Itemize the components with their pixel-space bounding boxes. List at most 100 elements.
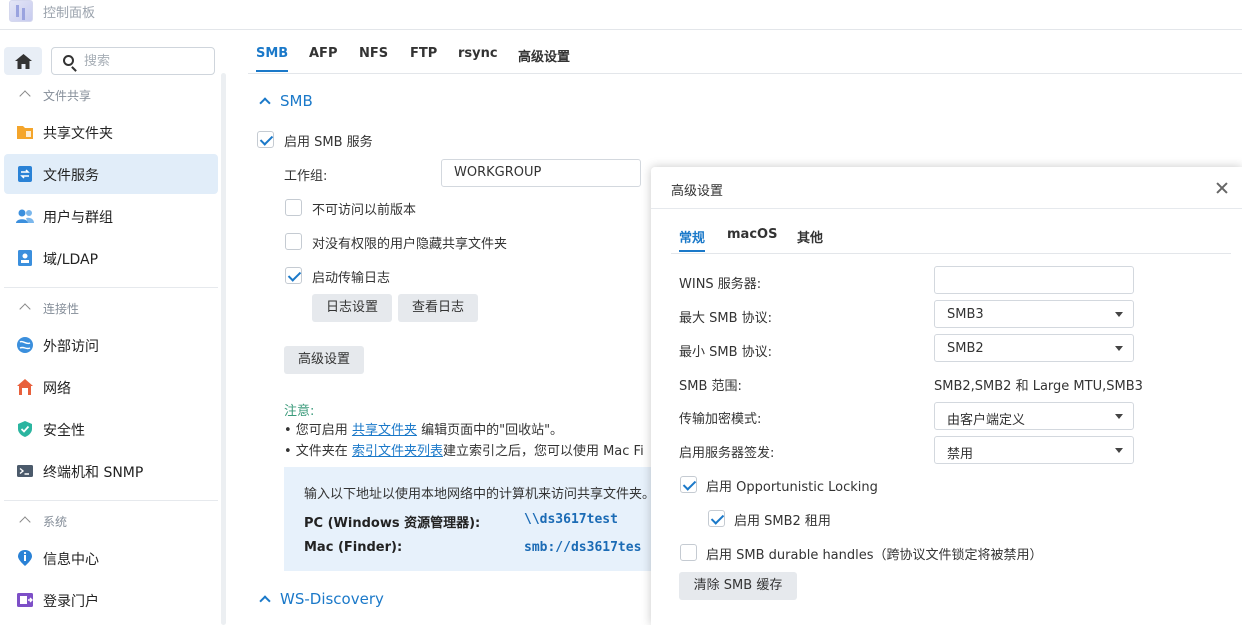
transfer-log-checkbox[interactable] (285, 267, 302, 284)
max-smb-select[interactable]: SMB3 (934, 300, 1134, 328)
external-access-icon (17, 337, 33, 353)
sidebar-item-shared-folder[interactable]: 共享文件夹 (4, 112, 218, 152)
durable-handles-checkbox[interactable] (680, 544, 697, 561)
max-smb-label: 最大 SMB 协议: (679, 311, 773, 326)
chevron-up-icon (19, 303, 31, 315)
section-system[interactable]: 系统 (0, 510, 220, 534)
advanced-settings-button[interactable]: 高级设置 (284, 346, 364, 374)
note-line-2: • 文件夹在 索引文件夹列表建立索引之后，您可以使用 Mac Fi (284, 444, 644, 459)
terminal-icon (17, 465, 33, 477)
dialog-tab-general[interactable]: 常规 (679, 227, 706, 252)
sidebar-item-terminal-snmp[interactable]: 终端机和 SNMP (4, 451, 218, 491)
encryption-label: 传输加密模式: (679, 412, 762, 427)
sidebar-item-security[interactable]: 安全性 (4, 409, 218, 449)
sidebar-scrollbar[interactable] (221, 73, 226, 625)
login-portal-icon (17, 593, 33, 607)
workgroup-label: 工作组: (284, 169, 328, 184)
note-title: 注意: (284, 404, 315, 419)
search-box[interactable] (51, 47, 215, 75)
tab-afp[interactable]: AFP (309, 46, 337, 61)
view-logs-button[interactable]: 查看日志 (398, 294, 478, 322)
encryption-select[interactable]: 由客户端定义 (934, 402, 1134, 430)
advanced-settings-dialog: 高级设置 常规 macOS 其他 WINS 服务器: 最大 SMB 协议: SM… (651, 167, 1242, 625)
section-connectivity[interactable]: 连接性 (0, 297, 220, 321)
pc-path: \\ds3617test (524, 512, 618, 527)
divider (4, 287, 218, 288)
chevron-up-icon[interactable] (259, 97, 271, 109)
caret-down-icon (1115, 346, 1123, 351)
caret-down-icon (1115, 312, 1123, 317)
divider (4, 500, 218, 501)
signing-label: 启用服务器签发: (679, 446, 775, 461)
home-icon (14, 53, 32, 69)
smb-section-title[interactable]: SMB (280, 92, 313, 110)
shared-folder-link[interactable]: 共享文件夹 (352, 423, 417, 438)
workgroup-input[interactable]: WORKGROUP (441, 159, 641, 187)
title-bar: 控制面板 (0, 0, 1242, 30)
caret-down-icon (1115, 448, 1123, 453)
note-line-1: • 您可启用 共享文件夹 编辑页面中的"回收站"。 (284, 423, 564, 438)
dialog-tab-other[interactable]: 其他 (797, 227, 823, 246)
tab-nfs[interactable]: NFS (359, 46, 388, 61)
section-file-sharing[interactable]: 文件共享 (0, 84, 220, 108)
sidebar: 文件共享 共享文件夹 文件服务 用户与群组 域/LDAP 连接性 外部访问 网络… (0, 31, 232, 625)
oplock-label: 启用 Opportunistic Locking (706, 480, 878, 495)
mac-path: smb://ds3617tes (524, 540, 642, 555)
smb2-lease-checkbox[interactable] (708, 510, 725, 527)
access-info-box: 输入以下地址以使用本地网络中的计算机来访问共享文件夹。 PC (Windows … (284, 467, 684, 571)
previous-versions-label: 不可访问以前版本 (312, 203, 417, 218)
tab-ftp[interactable]: FTP (410, 46, 437, 61)
home-button[interactable] (4, 47, 42, 75)
sidebar-item-users-groups[interactable]: 用户与群组 (4, 196, 218, 236)
min-smb-label: 最小 SMB 协议: (679, 345, 773, 360)
chevron-up-icon (19, 516, 31, 528)
oplock-checkbox[interactable] (680, 476, 697, 493)
chevron-up-icon[interactable] (259, 595, 271, 607)
min-smb-select[interactable]: SMB2 (934, 334, 1134, 362)
mac-label: Mac (Finder): (304, 540, 403, 555)
folder-icon (17, 126, 33, 139)
tab-rsync[interactable]: rsync (458, 46, 498, 61)
index-folder-list-link[interactable]: 索引文件夹列表 (352, 444, 443, 459)
domain-icon (18, 250, 32, 266)
signing-select[interactable]: 禁用 (934, 436, 1134, 464)
users-icon (16, 209, 34, 223)
pc-label: PC (Windows 资源管理器): (304, 516, 481, 531)
chevron-up-icon (19, 90, 31, 102)
window-title: 控制面板 (43, 6, 96, 21)
enable-smb-checkbox[interactable] (257, 131, 274, 148)
caret-down-icon (1115, 414, 1123, 419)
network-icon (17, 379, 33, 395)
close-icon[interactable] (1215, 181, 1229, 195)
dialog-title: 高级设置 (671, 184, 724, 199)
tab-advanced[interactable]: 高级设置 (518, 46, 570, 65)
wins-label: WINS 服务器: (679, 277, 762, 292)
hide-folders-label: 对没有权限的用户隐藏共享文件夹 (312, 237, 508, 252)
smb2-lease-label: 启用 SMB2 租用 (734, 514, 831, 529)
smb-range-value: SMB2,SMB2 和 Large MTU,SMB3 (934, 379, 1143, 394)
search-input[interactable] (84, 51, 204, 71)
file-services-icon (18, 166, 32, 182)
access-info-text: 输入以下地址以使用本地网络中的计算机来访问共享文件夹。 (304, 487, 656, 502)
previous-versions-checkbox[interactable] (285, 199, 302, 216)
sidebar-item-file-services[interactable]: 文件服务 (4, 154, 218, 194)
sidebar-item-domain-ldap[interactable]: 域/LDAP (4, 238, 218, 278)
tab-smb[interactable]: SMB (256, 46, 289, 72)
sidebar-item-external-access[interactable]: 外部访问 (4, 325, 218, 365)
wins-input[interactable] (934, 266, 1134, 294)
hide-folders-checkbox[interactable] (285, 233, 302, 250)
transfer-log-label: 启动传输日志 (312, 271, 391, 286)
sidebar-item-network[interactable]: 网络 (4, 367, 218, 407)
clear-smb-cache-button[interactable]: 清除 SMB 缓存 (679, 572, 797, 600)
dialog-tab-macos[interactable]: macOS (727, 227, 777, 242)
log-settings-button[interactable]: 日志设置 (312, 294, 392, 322)
ws-discovery-title[interactable]: WS-Discovery (280, 590, 384, 608)
sidebar-item-login-portal[interactable]: 登录门户 (4, 580, 218, 620)
sidebar-item-info-center[interactable]: 信息中心 (4, 538, 218, 578)
search-icon (63, 55, 74, 66)
durable-handles-label: 启用 SMB durable handles（跨协议文件锁定将被禁用） (706, 548, 1043, 563)
control-panel-icon (9, 0, 33, 22)
enable-smb-label: 启用 SMB 服务 (284, 135, 373, 150)
shield-icon (18, 421, 32, 437)
info-icon (18, 550, 32, 566)
